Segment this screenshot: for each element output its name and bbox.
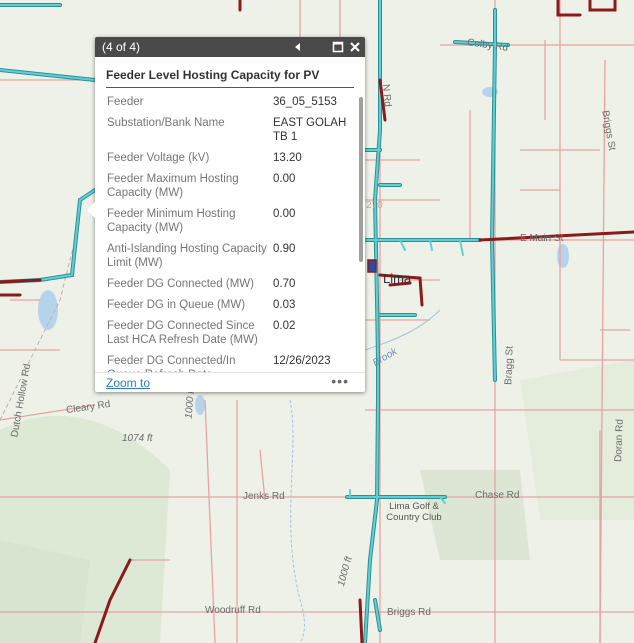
attribute-row: Feeder Maximum Hosting Capacity (MW) 0.00 [104,172,353,207]
attribute-label: Feeder DG Connected Since Last HCA Refre… [107,320,258,346]
attribute-value: EAST GOLAH TB 1 [273,117,347,143]
elevation-label: 1074 ft [122,433,153,444]
popup-pointer [87,202,95,218]
popup-footer: Zoom to ••• [95,372,365,393]
popup-scrollbar[interactable] [359,97,363,262]
road-label-jenks: Jenks Rd [243,491,285,502]
road-label-270: 270 [366,200,383,211]
road-label-doran: Doran Rd [613,418,626,463]
zoom-to-link[interactable]: Zoom to [106,376,150,390]
selected-feature-marker[interactable] [367,259,377,273]
attribute-row: Anti-Islanding Hosting Capacity Limit (M… [104,242,353,277]
maximize-button[interactable] [330,39,346,55]
attribute-row: Feeder Voltage (kV) 13.20 [104,151,353,172]
attribute-value: 0.00 [273,208,296,220]
attribute-value: 12/26/2023 [273,355,331,367]
pond [195,395,205,415]
attribute-value: 0.03 [273,299,296,311]
more-options-button[interactable]: ••• [331,373,349,389]
road-label-e-main: E Main St [520,233,564,244]
road-label-chase: Chase Rd [475,490,520,501]
attribute-row: Feeder DG Connected/In Queue Refresh Dat… [104,354,353,372]
attribute-label: Feeder DG in Queue (MW) [107,299,246,311]
attribute-row: Feeder 36_05_5153 [104,95,353,116]
popup-title: Feeder Level Hosting Capacity for PV [106,68,354,88]
popup-header: (4 of 4) [95,37,365,57]
road-label-bragg: Bragg St [503,345,516,386]
attribute-value: 0.00 [273,173,296,185]
town-label-lima: Lima [383,271,412,286]
attribute-label: Feeder DG Connected/In Queue Refresh Dat… [107,355,236,372]
attribute-label: Feeder [107,96,144,108]
attribute-label: Substation/Bank Name [107,117,225,129]
attribute-row: Feeder DG Connected Since Last HCA Refre… [104,319,353,354]
road-label-briggs-rd: Briggs Rd [387,607,431,618]
attribute-label: Anti-Islanding Hosting Capacity Limit (M… [107,243,267,269]
close-icon [350,42,360,52]
triangle-left-icon [295,43,300,51]
feature-popup: (4 of 4) Feeder Level Hosting Capacity f… [87,37,365,393]
previous-feature-button[interactable] [290,39,306,55]
pond [557,244,569,268]
attribute-value: 0.02 [273,320,296,332]
road-label-woodruff: Woodruff Rd [205,605,261,616]
attribute-label: Feeder Voltage (kV) [107,152,210,164]
attribute-value: 0.90 [273,243,296,255]
close-button[interactable] [347,39,363,55]
attribute-label: Feeder Minimum Hosting Capacity (MW) [107,208,236,234]
road-label-n: N Rd [379,83,393,108]
attribute-row: Feeder Minimum Hosting Capacity (MW) 0.00 [104,207,353,242]
attribute-value: 0.70 [273,278,296,290]
popup-content[interactable]: Feeder Level Hosting Capacity for PV Fee… [95,57,361,372]
maximize-icon [332,41,344,53]
attribute-label: Feeder Maximum Hosting Capacity (MW) [107,173,239,199]
attribute-label: Feeder DG Connected (MW) [107,278,254,290]
attribute-table: Feeder 36_05_5153 Substation/Bank Name EAS… [104,95,353,372]
attribute-row: Feeder DG in Queue (MW) 0.03 [104,298,353,319]
poi-label-golf-club: Lima Golf & Country Club [386,501,442,523]
attribute-row: Substation/Bank Name EAST GOLAH TB 1 [104,116,353,151]
attribute-value: 13.20 [273,152,302,164]
attribute-row: Feeder DG Connected (MW) 0.70 [104,277,353,298]
attribute-value: 36_05_5153 [273,96,337,108]
feature-count: (4 of 4) [102,40,141,54]
